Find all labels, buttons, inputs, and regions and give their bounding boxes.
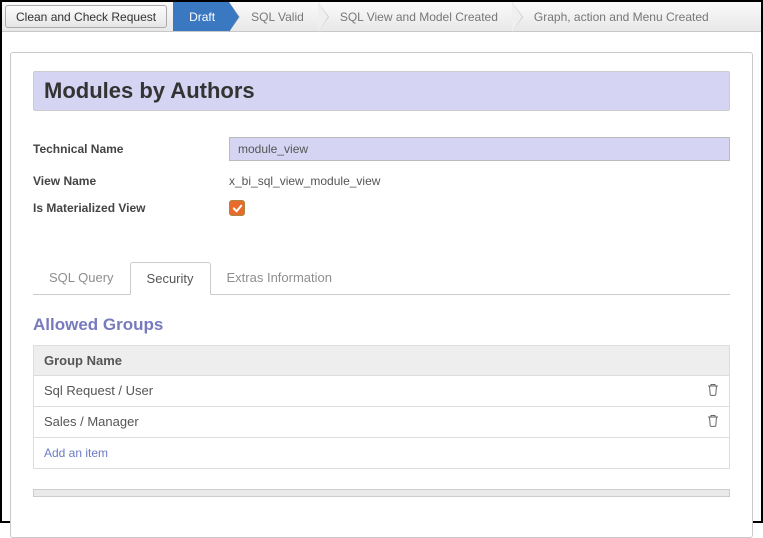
technical-name-input[interactable]: [229, 137, 730, 161]
label-is-materialized: Is Materialized View: [33, 201, 203, 215]
delete-row-button[interactable]: [695, 383, 719, 399]
top-toolbar: Clean and Check Request Draft SQL Valid …: [2, 2, 761, 32]
table-row[interactable]: Sales / Manager: [34, 407, 729, 438]
page-title: Modules by Authors: [33, 71, 730, 111]
column-header-group-name: Group Name: [44, 353, 719, 368]
allowed-groups-table: Group Name Sql Request / User Sales / Ma…: [33, 345, 730, 469]
step-sql-valid[interactable]: SQL Valid: [229, 2, 318, 31]
label-view-name: View Name: [33, 174, 203, 188]
view-name-value: x_bi_sql_view_module_view: [229, 174, 380, 188]
step-label: Draft: [189, 10, 215, 24]
status-steps: Draft SQL Valid SQL View and Model Creat…: [173, 2, 761, 31]
group-name-cell: Sql Request / User: [44, 383, 695, 398]
tab-sql-query[interactable]: SQL Query: [33, 262, 130, 295]
step-label: SQL View and Model Created: [340, 10, 498, 24]
form-body: Technical Name View Name x_bi_sql_view_m…: [33, 137, 730, 217]
check-icon: [232, 203, 243, 214]
table-row[interactable]: Sql Request / User: [34, 376, 729, 407]
form-card: Modules by Authors Technical Name View N…: [10, 52, 753, 538]
trash-icon: [707, 414, 719, 427]
step-draft[interactable]: Draft: [173, 2, 229, 31]
tab-security[interactable]: Security: [130, 262, 211, 295]
label-technical-name: Technical Name: [33, 142, 203, 156]
table-header: Group Name: [34, 346, 729, 376]
delete-row-button[interactable]: [695, 414, 719, 430]
clean-check-button[interactable]: Clean and Check Request: [5, 5, 167, 28]
group-name-cell: Sales / Manager: [44, 414, 695, 429]
trash-icon: [707, 383, 719, 396]
tabs: SQL Query Security Extras Information: [33, 261, 730, 295]
tab-extras-information[interactable]: Extras Information: [211, 262, 349, 295]
step-label: Graph, action and Menu Created: [534, 10, 709, 24]
pane-resize-handle[interactable]: [33, 489, 730, 497]
add-item-link[interactable]: Add an item: [34, 438, 729, 468]
step-view-model-created[interactable]: SQL View and Model Created: [318, 2, 512, 31]
step-graph-menu-created[interactable]: Graph, action and Menu Created: [512, 2, 723, 31]
is-materialized-checkbox[interactable]: [229, 200, 245, 216]
step-label: SQL Valid: [251, 10, 304, 24]
allowed-groups-title: Allowed Groups: [33, 315, 730, 335]
